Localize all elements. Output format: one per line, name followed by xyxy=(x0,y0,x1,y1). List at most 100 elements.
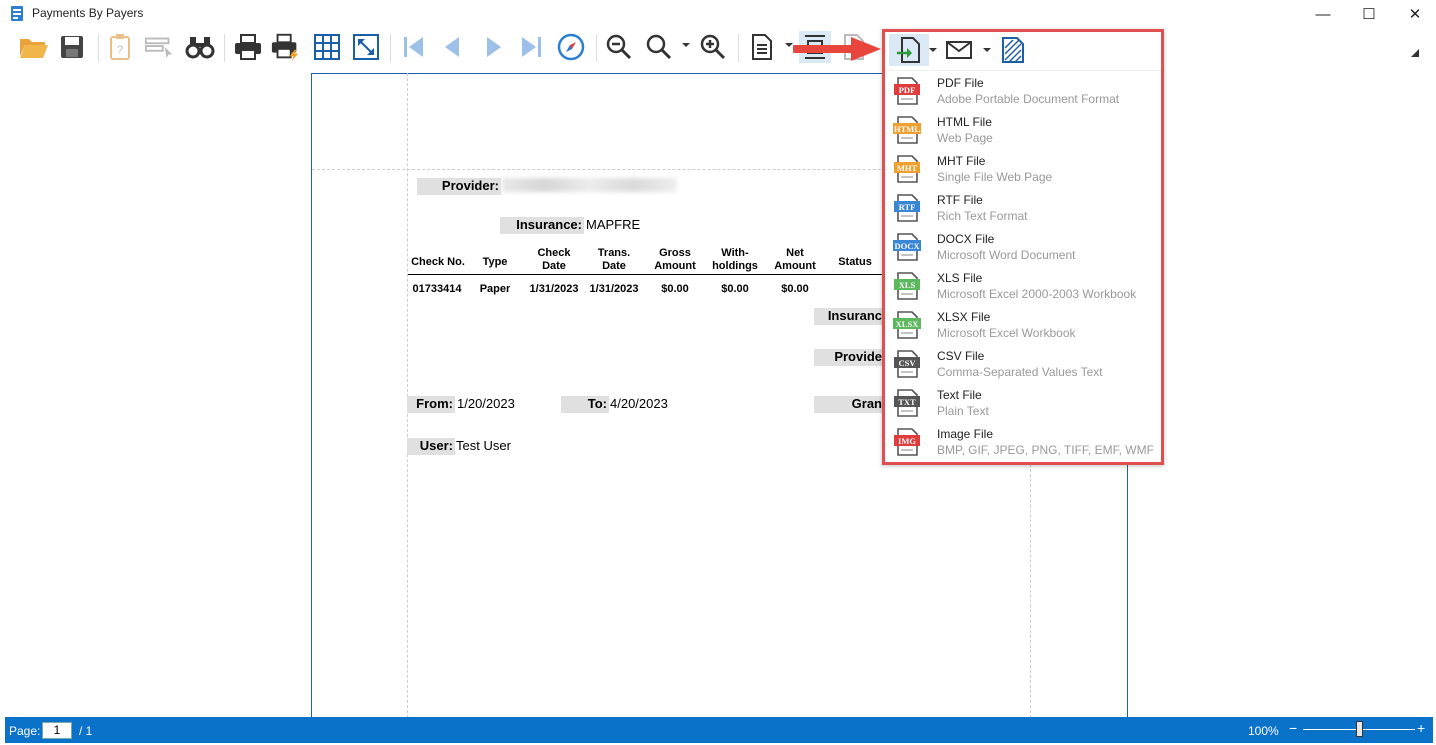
table-cell: 01733414 xyxy=(412,283,462,295)
export-dropdown-arrow[interactable] xyxy=(929,48,937,52)
export-item-description: Comma-Separated Values Text xyxy=(937,365,1103,379)
export-item-description: Microsoft Excel 2000-2003 Workbook xyxy=(937,287,1137,301)
export-dropdown-menu: PDF PDF File Adobe Portable Document Forma… xyxy=(882,29,1164,465)
export-item-name: DOCX File xyxy=(937,232,995,246)
user-label: User: xyxy=(407,438,455,455)
zoom-out-icon[interactable] xyxy=(603,31,635,63)
export-item-name: RTF File xyxy=(937,193,983,207)
select-area-icon[interactable] xyxy=(144,31,176,63)
file-badge: DOCX xyxy=(894,241,920,251)
find-icon[interactable] xyxy=(184,31,216,63)
export-menu-item[interactable]: TXT Text File Plain Text xyxy=(885,384,1161,423)
file-badge: XLSX xyxy=(896,319,920,329)
watermark-icon[interactable] xyxy=(997,34,1029,66)
maximize-button[interactable]: ☐ xyxy=(1346,0,1392,28)
export-menu-item[interactable]: RTF RTF File Rich Text Format xyxy=(885,189,1161,228)
export-item-name: XLSX File xyxy=(937,310,991,324)
last-page-icon[interactable] xyxy=(515,31,547,63)
close-button[interactable]: ✕ xyxy=(1392,0,1436,28)
open-folder-icon[interactable] xyxy=(18,31,50,63)
export-item-description: Web Page xyxy=(937,131,993,145)
quick-print-icon[interactable] xyxy=(270,31,302,63)
column-header: Status xyxy=(838,256,872,268)
export-menu-item[interactable]: HTML HTML File Web Page xyxy=(885,111,1161,150)
file-badge: XLS xyxy=(899,280,916,290)
export-menu-item[interactable]: MHT MHT File Single File Web Page xyxy=(885,150,1161,189)
file-badge: CSV xyxy=(898,358,916,368)
export-item-name: XLS File xyxy=(937,271,983,285)
zoom-out-button[interactable]: − xyxy=(1289,720,1297,736)
zoom-in-button[interactable]: + xyxy=(1417,720,1425,736)
export-item-name: MHT File xyxy=(937,154,986,168)
table-cell: $0.00 xyxy=(661,283,689,295)
page-layout-icon[interactable] xyxy=(746,31,778,63)
table-cell: Paper xyxy=(479,283,511,295)
file-badge: MHT xyxy=(897,163,918,173)
page-setup-icon[interactable] xyxy=(311,31,343,63)
zoom-in-icon[interactable] xyxy=(697,31,729,63)
page-number-input[interactable]: 1 xyxy=(42,722,72,739)
toolbar: ? xyxy=(0,28,1436,70)
zoom-percent: 100% xyxy=(1248,724,1279,738)
zoom-dropdown-arrow[interactable] xyxy=(682,43,690,47)
to-value: 4/20/2023 xyxy=(610,396,668,411)
export-menu-item[interactable]: PDF PDF File Adobe Portable Document Forma… xyxy=(885,72,1161,111)
toolbar-separator xyxy=(390,34,391,62)
mht-file-icon: MHT xyxy=(894,155,920,183)
navigation-icon[interactable] xyxy=(555,31,587,63)
export-icon[interactable] xyxy=(889,34,929,66)
column-header: With- holdings xyxy=(712,247,758,272)
csv-file-icon: CSV xyxy=(894,350,920,378)
export-menu-item[interactable]: DOCX DOCX File Microsoft Word Document xyxy=(885,228,1161,267)
from-label: From: xyxy=(407,396,455,413)
zoom-slider-thumb[interactable] xyxy=(1356,721,1363,737)
page-layout-dropdown-arrow[interactable] xyxy=(785,43,793,47)
toolbar-separator xyxy=(98,34,99,62)
save-icon[interactable] xyxy=(56,31,88,63)
table-cell: $0.00 xyxy=(721,283,749,295)
export-menu-toolbar xyxy=(885,32,1161,71)
user-value: Test User xyxy=(456,438,511,453)
parameters-icon[interactable]: ? xyxy=(104,31,136,63)
table-cell: 1/31/2023 xyxy=(529,283,579,295)
grand-total-label: Gran xyxy=(814,396,884,413)
export-item-description: Plain Text xyxy=(937,404,989,418)
page-label: Page: xyxy=(9,724,41,738)
provider-total-label: Provide xyxy=(814,349,884,366)
export-menu-item[interactable]: IMG Image File BMP, GIF, JPEG, PNG, TIFF, … xyxy=(885,423,1161,462)
export-item-description: BMP, GIF, JPEG, PNG, TIFF, EMF, WMF xyxy=(937,443,1154,457)
export-menu-item[interactable]: XLSX XLSX File Microsoft Excel Workbook xyxy=(885,306,1161,345)
export-item-name: HTML File xyxy=(937,115,992,129)
red-arrow-annotation xyxy=(793,37,881,61)
table-cell: $0.00 xyxy=(781,283,809,295)
send-email-dropdown-arrow[interactable] xyxy=(983,48,991,52)
print-icon[interactable] xyxy=(232,31,264,63)
rtf-file-icon: RTF xyxy=(894,194,920,222)
minimize-button[interactable]: — xyxy=(1300,0,1346,28)
next-page-icon[interactable] xyxy=(478,31,510,63)
file-badge: PDF xyxy=(899,85,916,95)
column-header: Check No. xyxy=(411,256,465,268)
export-menu-item[interactable]: XLS XLS File Microsoft Excel 2000-2003 Wor… xyxy=(885,267,1161,306)
export-item-name: PDF File xyxy=(937,76,984,90)
column-header: Check Date xyxy=(537,247,571,272)
column-header: Gross Amount xyxy=(654,247,696,272)
toolbar-overflow-icon[interactable] xyxy=(1410,48,1420,58)
scale-icon[interactable] xyxy=(350,31,382,63)
window-title: Payments By Payers xyxy=(32,6,144,20)
export-item-name: Text File xyxy=(937,388,982,402)
previous-page-icon[interactable] xyxy=(436,31,468,63)
zoom-icon[interactable] xyxy=(643,31,675,63)
first-page-icon[interactable] xyxy=(398,31,430,63)
send-email-icon[interactable] xyxy=(943,34,975,66)
pdf-file-icon: PDF xyxy=(894,77,920,105)
export-item-name: Image File xyxy=(937,427,994,441)
toolbar-separator xyxy=(596,34,597,62)
provider-value-redacted xyxy=(502,178,677,192)
export-item-description: Adobe Portable Document Format xyxy=(937,92,1120,106)
xlsx-file-icon: XLSX xyxy=(893,311,921,339)
export-menu-item[interactable]: CSV CSV File Comma-Separated Values Text xyxy=(885,345,1161,384)
status-bar: Page: 1 / 1 100% − + xyxy=(5,717,1433,743)
insurance-value: MAPFRE xyxy=(586,217,641,232)
table-cell: 1/31/2023 xyxy=(589,283,639,295)
